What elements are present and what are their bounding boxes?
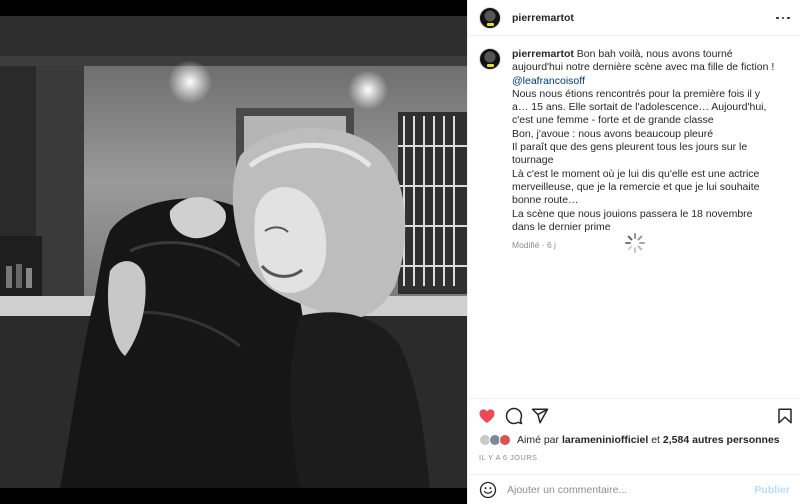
caption-paragraph: Là c'est le moment où je lui dis qu'elle… xyxy=(512,167,760,207)
post-actions-bar xyxy=(468,398,800,431)
caption-author-avatar[interactable] xyxy=(479,48,501,70)
loading-spinner-icon xyxy=(625,233,645,253)
author-username[interactable]: pierremartot xyxy=(512,12,574,24)
emoji-icon[interactable] xyxy=(479,481,497,499)
comments-section: pierremartot Bon bah voilà, nous avons t… xyxy=(468,37,800,399)
photo-illustration xyxy=(0,16,467,488)
liker-username[interactable]: larameniniofficiel xyxy=(562,434,648,446)
comment-icon[interactable] xyxy=(505,407,523,425)
publish-button[interactable]: Publier xyxy=(754,484,790,496)
likes-summary: Aimé par larameniniofficiel et 2,584 aut… xyxy=(479,432,780,448)
post-photo xyxy=(0,16,467,488)
liker-avatars[interactable] xyxy=(479,432,513,448)
share-icon[interactable] xyxy=(531,407,549,425)
caption-text: pierremartot Bon bah voilà, nous avons t… xyxy=(512,48,778,252)
likes-conjunction: et xyxy=(651,434,660,446)
author-avatar[interactable] xyxy=(479,6,501,29)
likes-prefix: Aimé par xyxy=(517,434,560,446)
heart-icon[interactable] xyxy=(478,407,496,425)
instagram-post-modal: pierremartot pierremartot Bon bah voilà,… xyxy=(0,0,800,504)
caption-paragraph: Il paraît que des gens pleurent tous les… xyxy=(512,141,748,167)
more-options-icon[interactable] xyxy=(776,11,790,25)
bookmark-icon[interactable] xyxy=(776,407,794,425)
post-details-panel: pierremartot pierremartot Bon bah voilà,… xyxy=(467,0,800,504)
post-date[interactable]: IL Y A 6 JOURS xyxy=(479,453,537,462)
caption-paragraph: Nous nous étions rencontrés pour la prem… xyxy=(512,87,767,127)
comment-input[interactable] xyxy=(507,483,737,496)
caption-mention-link[interactable]: @leafrancoisoff xyxy=(512,75,778,88)
post-media xyxy=(0,0,467,504)
add-comment-bar: Publier xyxy=(468,474,800,504)
post-caption: pierremartot Bon bah voilà, nous avons t… xyxy=(479,48,789,252)
post-header: pierremartot xyxy=(468,0,800,36)
caption-paragraph: Bon, j'avoue : nous avons beaucoup pleur… xyxy=(512,127,714,140)
caption-paragraph: La scène que nous jouions passera le 18 … xyxy=(512,207,753,233)
likes-others-count[interactable]: 2,584 autres personnes xyxy=(663,434,780,446)
likes-text: Aimé par larameniniofficiel et 2,584 aut… xyxy=(517,434,780,446)
caption-username[interactable]: pierremartot xyxy=(512,48,574,60)
